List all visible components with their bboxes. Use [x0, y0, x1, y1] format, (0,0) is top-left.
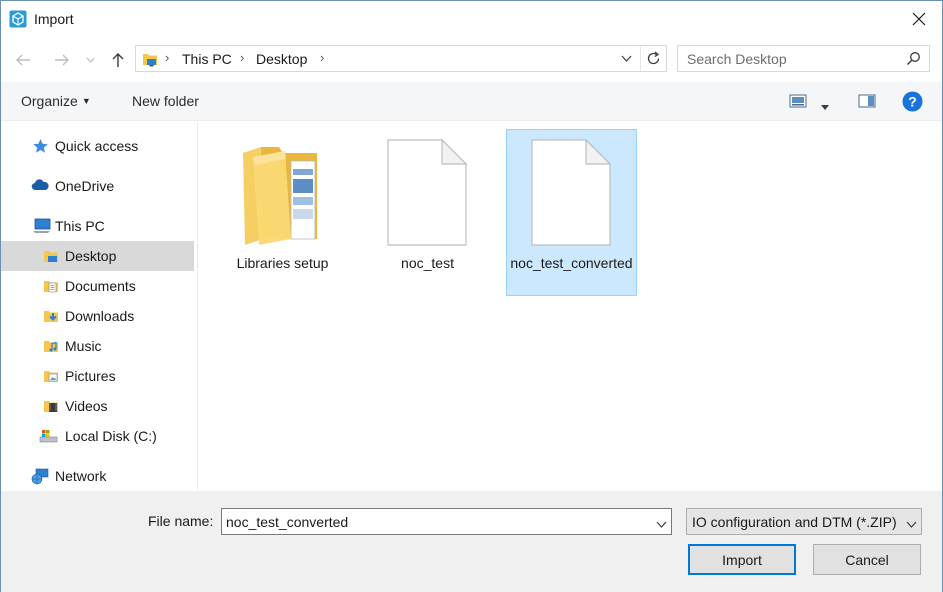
- documents-folder-icon: [43, 278, 59, 294]
- breadcrumb-this-pc[interactable]: This PC: [182, 51, 232, 67]
- refresh-button[interactable]: [640, 46, 666, 71]
- sidebar-item-pictures[interactable]: Pictures: [1, 361, 194, 391]
- search-input[interactable]: Search Desktop: [687, 51, 787, 67]
- sidebar-item-label: Local Disk (C:): [65, 428, 157, 444]
- preview-pane-button[interactable]: [858, 94, 876, 111]
- sidebar-item-local-disk[interactable]: Local Disk (C:): [1, 421, 194, 451]
- file-name: noc_test_converted: [510, 255, 633, 271]
- search-box[interactable]: Search Desktop: [677, 45, 930, 72]
- star-icon: [32, 138, 48, 154]
- breadcrumb-desktop[interactable]: Desktop: [256, 51, 307, 67]
- help-button[interactable]: ?: [902, 91, 923, 115]
- command-bar: Organize ▼ New folder ?: [1, 82, 942, 121]
- organize-menu[interactable]: Organize ▼: [21, 93, 91, 109]
- sidebar-item-music[interactable]: Music: [1, 331, 194, 361]
- file-type-select[interactable]: IO configuration and DTM (*.ZIP): [686, 508, 922, 535]
- up-arrow-icon: [112, 53, 124, 67]
- title-bar: Import: [1, 1, 942, 37]
- import-button[interactable]: Import: [688, 544, 796, 575]
- breadcrumb-separator[interactable]: ›: [320, 50, 324, 65]
- sidebar-item-label: Pictures: [65, 368, 116, 384]
- change-view-button[interactable]: [789, 94, 807, 111]
- caret-down-icon: ▼: [81, 96, 91, 106]
- sidebar-item-videos[interactable]: Videos: [1, 391, 194, 421]
- drive-icon: [39, 428, 58, 444]
- chevron-down-icon: [906, 521, 917, 528]
- help-icon: ?: [902, 91, 923, 112]
- file-type-dropdown[interactable]: [906, 515, 917, 531]
- sidebar-item-label: OneDrive: [55, 178, 115, 194]
- view-icon: [789, 94, 807, 108]
- breadcrumb-separator: ›: [165, 50, 170, 65]
- file-name: Libraries setup: [236, 255, 329, 271]
- chevron-down-icon: [86, 57, 94, 63]
- import-dialog: Import › This PC › Desktop › Search Desk…: [0, 0, 943, 592]
- dialog-footer: File name: noc_test_converted IO configu…: [1, 491, 942, 592]
- sidebar-item-label: Quick access: [55, 138, 139, 154]
- forward-button[interactable]: [51, 49, 73, 71]
- desktop-folder-icon: [142, 51, 158, 67]
- caret-down-icon: [821, 105, 829, 110]
- music-folder-icon: [43, 338, 59, 354]
- file-item-noc-test[interactable]: noc_test: [362, 129, 493, 296]
- new-folder-button[interactable]: New folder: [132, 93, 199, 109]
- file-name-field[interactable]: noc_test_converted: [221, 508, 672, 535]
- close-button[interactable]: [896, 1, 942, 37]
- blank-file-icon: [531, 139, 612, 246]
- sidebar-item-label: This PC: [55, 218, 105, 234]
- network-icon: [30, 468, 49, 485]
- navigation-row: › This PC › Desktop › Search Desktop: [1, 41, 942, 77]
- sidebar-item-quick-access[interactable]: Quick access: [1, 131, 194, 161]
- chevron-down-icon: [656, 521, 667, 528]
- blank-file-icon: [387, 139, 468, 246]
- organize-label: Organize: [21, 93, 78, 109]
- sidebar-item-label: Network: [55, 468, 107, 484]
- back-arrow-icon: [16, 54, 30, 66]
- up-button[interactable]: [107, 49, 129, 71]
- downloads-folder-icon: [43, 308, 59, 324]
- file-name-history-dropdown[interactable]: [656, 515, 667, 531]
- window-title: Import: [34, 11, 74, 27]
- svg-text:?: ?: [908, 94, 917, 110]
- sidebar-item-network[interactable]: Network: [1, 461, 194, 491]
- address-bar[interactable]: › This PC › Desktop ›: [135, 45, 667, 72]
- sidebar-item-desktop[interactable]: Desktop: [1, 241, 194, 271]
- close-icon: [912, 12, 926, 26]
- sidebar-item-label: Videos: [65, 398, 108, 414]
- file-type-value: IO configuration and DTM (*.ZIP): [692, 514, 897, 530]
- view-options-dropdown[interactable]: [821, 97, 829, 113]
- cloud-icon: [31, 178, 49, 194]
- file-list: Libraries setup noc_test noc_test_conver…: [199, 122, 942, 490]
- back-button[interactable]: [12, 49, 34, 71]
- desktop-folder-icon: [43, 248, 59, 264]
- sidebar-item-onedrive[interactable]: OneDrive: [1, 171, 194, 201]
- pictures-folder-icon: [43, 368, 59, 384]
- breadcrumb-separator: ›: [240, 50, 245, 65]
- recent-locations-button[interactable]: [82, 49, 98, 71]
- sidebar-item-label: Music: [65, 338, 102, 354]
- folder-icon: [243, 147, 317, 245]
- forward-arrow-icon: [55, 54, 69, 66]
- file-name-input[interactable]: noc_test_converted: [226, 514, 348, 530]
- sidebar-item-label: Desktop: [65, 248, 117, 264]
- cancel-button[interactable]: Cancel: [813, 544, 921, 575]
- search-icon: [906, 51, 921, 69]
- computer-icon: [32, 218, 51, 234]
- sidebar-item-label: Documents: [65, 278, 136, 294]
- videos-folder-icon: [43, 398, 59, 414]
- app-icon: [9, 10, 27, 28]
- file-item-libraries-setup[interactable]: Libraries setup: [217, 129, 348, 296]
- file-name-label: File name:: [148, 513, 214, 529]
- file-name: noc_test: [401, 255, 454, 271]
- file-item-noc-test-converted[interactable]: noc_test_converted: [506, 129, 637, 296]
- sidebar-item-label: Downloads: [65, 308, 135, 324]
- navigation-pane: Quick access OneDrive This PC Desktop Do…: [1, 122, 198, 490]
- sidebar-item-documents[interactable]: Documents: [1, 271, 194, 301]
- refresh-icon: [647, 51, 660, 65]
- sidebar-item-this-pc[interactable]: This PC: [1, 211, 194, 241]
- sidebar-item-downloads[interactable]: Downloads: [1, 301, 194, 331]
- preview-pane-icon: [858, 94, 876, 108]
- address-history-dropdown[interactable]: [614, 46, 638, 71]
- chevron-down-icon: [621, 55, 631, 62]
